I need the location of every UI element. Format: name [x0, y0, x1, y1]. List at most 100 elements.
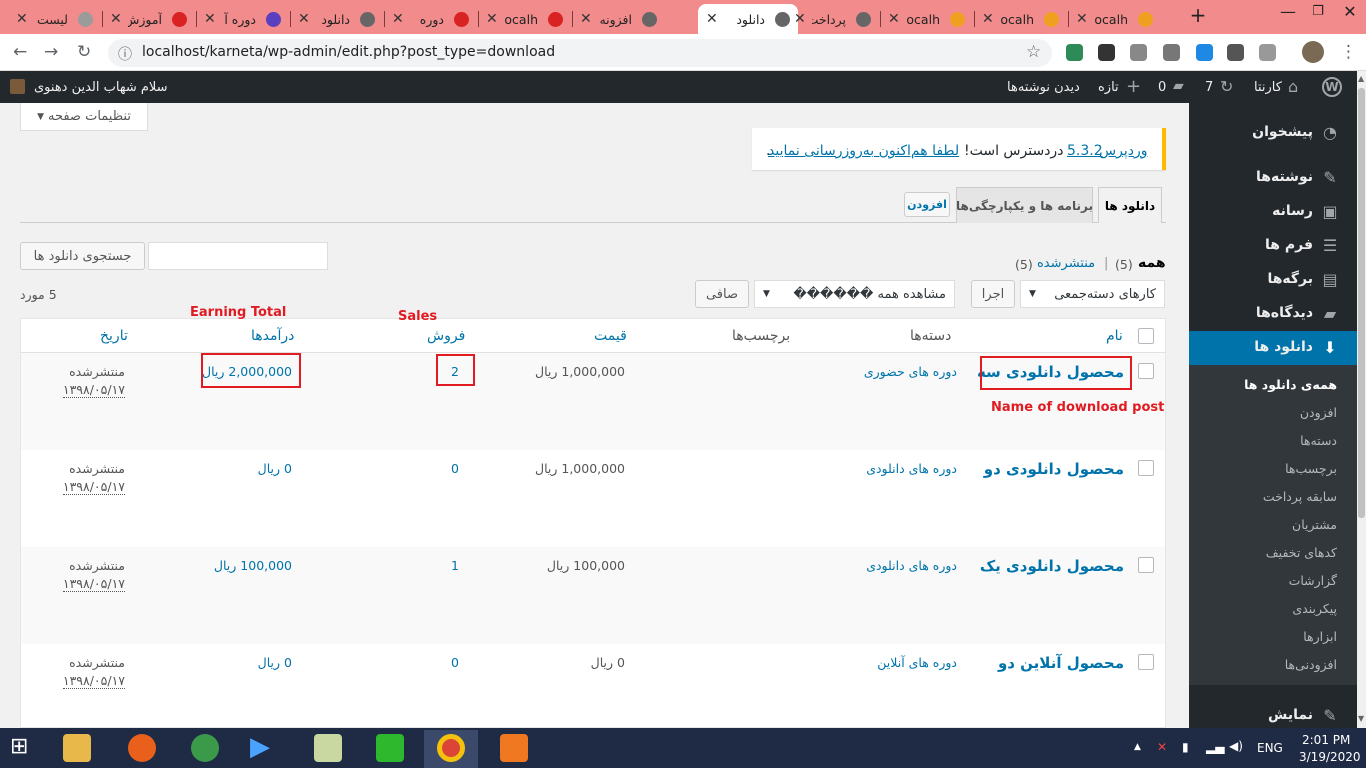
- category-link[interactable]: دوره های دانلودی: [866, 461, 957, 476]
- column-header-price[interactable]: قیمت: [594, 328, 627, 344]
- column-header-sales[interactable]: فروش: [427, 328, 465, 344]
- updates-count[interactable]: 7: [1205, 80, 1213, 95]
- sidebar-subitem[interactable]: کدهای تخفیف: [1266, 545, 1337, 560]
- row-checkbox[interactable]: [1138, 460, 1154, 476]
- clock-time[interactable]: 2:01 PM: [1302, 733, 1350, 747]
- browser-menu-icon[interactable]: ⋮: [1340, 42, 1357, 62]
- info-icon[interactable]: ⓘ: [118, 44, 132, 64]
- sidebar-subitem[interactable]: پیکربندی: [1292, 601, 1337, 616]
- sales-link[interactable]: 1: [451, 558, 459, 573]
- minimize-button[interactable]: —: [1273, 2, 1303, 21]
- extension-icon[interactable]: [1227, 44, 1244, 61]
- sidebar-subitem[interactable]: همه‌ی دانلود ها: [1244, 377, 1337, 392]
- sidebar-item[interactable]: دیدگاه‌ها: [1256, 305, 1313, 321]
- notice-update-link[interactable]: لطفا هم‌اکنون به‌روزرسانی نمایید: [768, 143, 959, 159]
- sidebar-subitem[interactable]: دسته‌ها: [1300, 433, 1337, 448]
- reload-icon[interactable]: ↻: [77, 42, 91, 62]
- sidebar-subitem[interactable]: مشتریان: [1292, 517, 1337, 532]
- product-name-link[interactable]: محصول دانلودی یک: [980, 557, 1124, 575]
- earnings-link[interactable]: 0 ریال: [258, 461, 292, 476]
- row-checkbox[interactable]: [1138, 654, 1154, 670]
- extension-icon[interactable]: [1066, 44, 1083, 61]
- tab-close-icon[interactable]: ✕: [204, 11, 216, 27]
- browser-tab[interactable]: localh ✕: [1068, 4, 1161, 34]
- view-posts-link[interactable]: دیدن نوشته‌ها: [1007, 80, 1080, 95]
- tab-apps-integrations[interactable]: برنامه ها و یکپارچگی‌ها: [956, 187, 1093, 223]
- tray-overflow-icon[interactable]: ▲: [1134, 742, 1141, 752]
- sidebar-item[interactable]: نمایش: [1268, 707, 1313, 723]
- browser-tab[interactable]: localh ✕: [880, 4, 973, 34]
- filter-button[interactable]: صافی: [695, 280, 749, 308]
- sidebar-item[interactable]: دانلود ها: [1254, 339, 1313, 355]
- browser-tab[interactable]: پرداخت ✕: [786, 4, 879, 34]
- sidebar-subitem[interactable]: گزارشات: [1289, 573, 1337, 588]
- add-new-button[interactable]: افزودن: [904, 192, 950, 217]
- volume-icon[interactable]: ◀): [1229, 739, 1243, 753]
- sidebar-subitem[interactable]: برچسب‌ها: [1285, 461, 1337, 476]
- scroll-down-icon[interactable]: ▼: [1358, 714, 1364, 723]
- scrollbar-thumb[interactable]: [1358, 88, 1365, 518]
- sales-link[interactable]: 0: [451, 655, 459, 670]
- row-checkbox[interactable]: [1138, 557, 1154, 573]
- browser-tab[interactable]: آموزش ✕: [102, 4, 195, 34]
- tab-close-icon[interactable]: ✕: [298, 11, 310, 27]
- tab-downloads[interactable]: دانلود ها: [1098, 187, 1162, 223]
- search-downloads-button[interactable]: جستجوی دانلود ها: [20, 242, 145, 270]
- windows-start-icon[interactable]: ⊞: [10, 734, 28, 759]
- extension-icon[interactable]: [1259, 44, 1276, 61]
- filter-all[interactable]: همه: [1138, 255, 1166, 271]
- back-icon[interactable]: ←: [13, 42, 27, 62]
- tab-close-icon[interactable]: ✕: [888, 11, 900, 27]
- browser-tab[interactable]: دوره آ ✕: [196, 4, 289, 34]
- new-tab-button[interactable]: +: [1183, 3, 1213, 27]
- screen-options-button[interactable]: تنظیمات صفحه ▼: [20, 103, 148, 131]
- product-name-link[interactable]: محصول دانلودی دو: [984, 460, 1124, 478]
- firefox-icon[interactable]: [128, 734, 156, 762]
- sidebar-subitem[interactable]: افزودن: [1300, 405, 1337, 420]
- browser-tab[interactable]: دوره ✕: [384, 4, 477, 34]
- tab-close-icon[interactable]: ✕: [982, 11, 994, 27]
- user-greeting[interactable]: سلام شهاب الدین دهنوی: [34, 80, 168, 95]
- tab-close-icon[interactable]: ✕: [16, 11, 28, 27]
- sidebar-subitem[interactable]: ابزارها: [1303, 629, 1337, 644]
- apply-button[interactable]: اجرا: [971, 280, 1015, 308]
- profile-avatar[interactable]: [1302, 41, 1324, 63]
- earnings-link[interactable]: 0 ریال: [258, 655, 292, 670]
- sales-link[interactable]: 0: [451, 461, 459, 476]
- network-alert-icon[interactable]: ✕: [1157, 740, 1167, 754]
- browser-tab[interactable]: دانلود ✕: [698, 4, 798, 34]
- chrome-icon[interactable]: [437, 734, 465, 762]
- column-header-earnings[interactable]: درآمدها: [251, 328, 294, 344]
- sidebar-item[interactable]: برگه‌ها: [1267, 271, 1313, 287]
- file-explorer-icon[interactable]: [63, 734, 91, 762]
- maximize-button[interactable]: ❐: [1303, 4, 1333, 19]
- browser-tab[interactable]: افزونه ✕: [572, 4, 665, 34]
- clock-date[interactable]: 3/19/2020: [1299, 750, 1361, 764]
- comments-count[interactable]: 0: [1158, 80, 1166, 95]
- tab-close-icon[interactable]: ✕: [794, 11, 806, 27]
- url-text[interactable]: localhost/karneta/wp-admin/edit.php?post…: [142, 44, 555, 60]
- row-checkbox[interactable]: [1138, 363, 1154, 379]
- notice-version-link[interactable]: 5.3.2: [1067, 143, 1103, 159]
- language-indicator[interactable]: ENG: [1257, 741, 1283, 755]
- notepad-icon[interactable]: [314, 734, 342, 762]
- sidebar-subitem[interactable]: سابقه پرداخت: [1263, 489, 1337, 504]
- battery-icon[interactable]: ▮: [1182, 740, 1189, 754]
- camera-extension-icon[interactable]: [1163, 44, 1180, 61]
- browser-tab[interactable]: localh ✕: [974, 4, 1067, 34]
- sidebar-item[interactable]: رسانه: [1272, 203, 1313, 219]
- tab-close-icon[interactable]: ✕: [392, 11, 404, 27]
- bookmark-star-icon[interactable]: ☆: [1026, 42, 1041, 62]
- sidebar-item[interactable]: پیشخوان: [1252, 124, 1313, 140]
- tab-close-icon[interactable]: ✕: [580, 11, 592, 27]
- camtasia-icon[interactable]: [376, 734, 404, 762]
- column-header-date[interactable]: تاریخ: [100, 328, 128, 344]
- new-content-link[interactable]: تازه: [1098, 80, 1119, 95]
- user-avatar[interactable]: [10, 79, 25, 94]
- category-link[interactable]: دوره های آنلاین: [877, 655, 957, 670]
- media-player-icon[interactable]: ▶: [250, 732, 270, 762]
- scroll-up-icon[interactable]: ▲: [1358, 74, 1364, 83]
- signal-icon[interactable]: ▂▄: [1206, 740, 1224, 754]
- tab-close-icon[interactable]: ✕: [706, 11, 718, 27]
- earnings-link[interactable]: 100,000 ریال: [214, 558, 292, 573]
